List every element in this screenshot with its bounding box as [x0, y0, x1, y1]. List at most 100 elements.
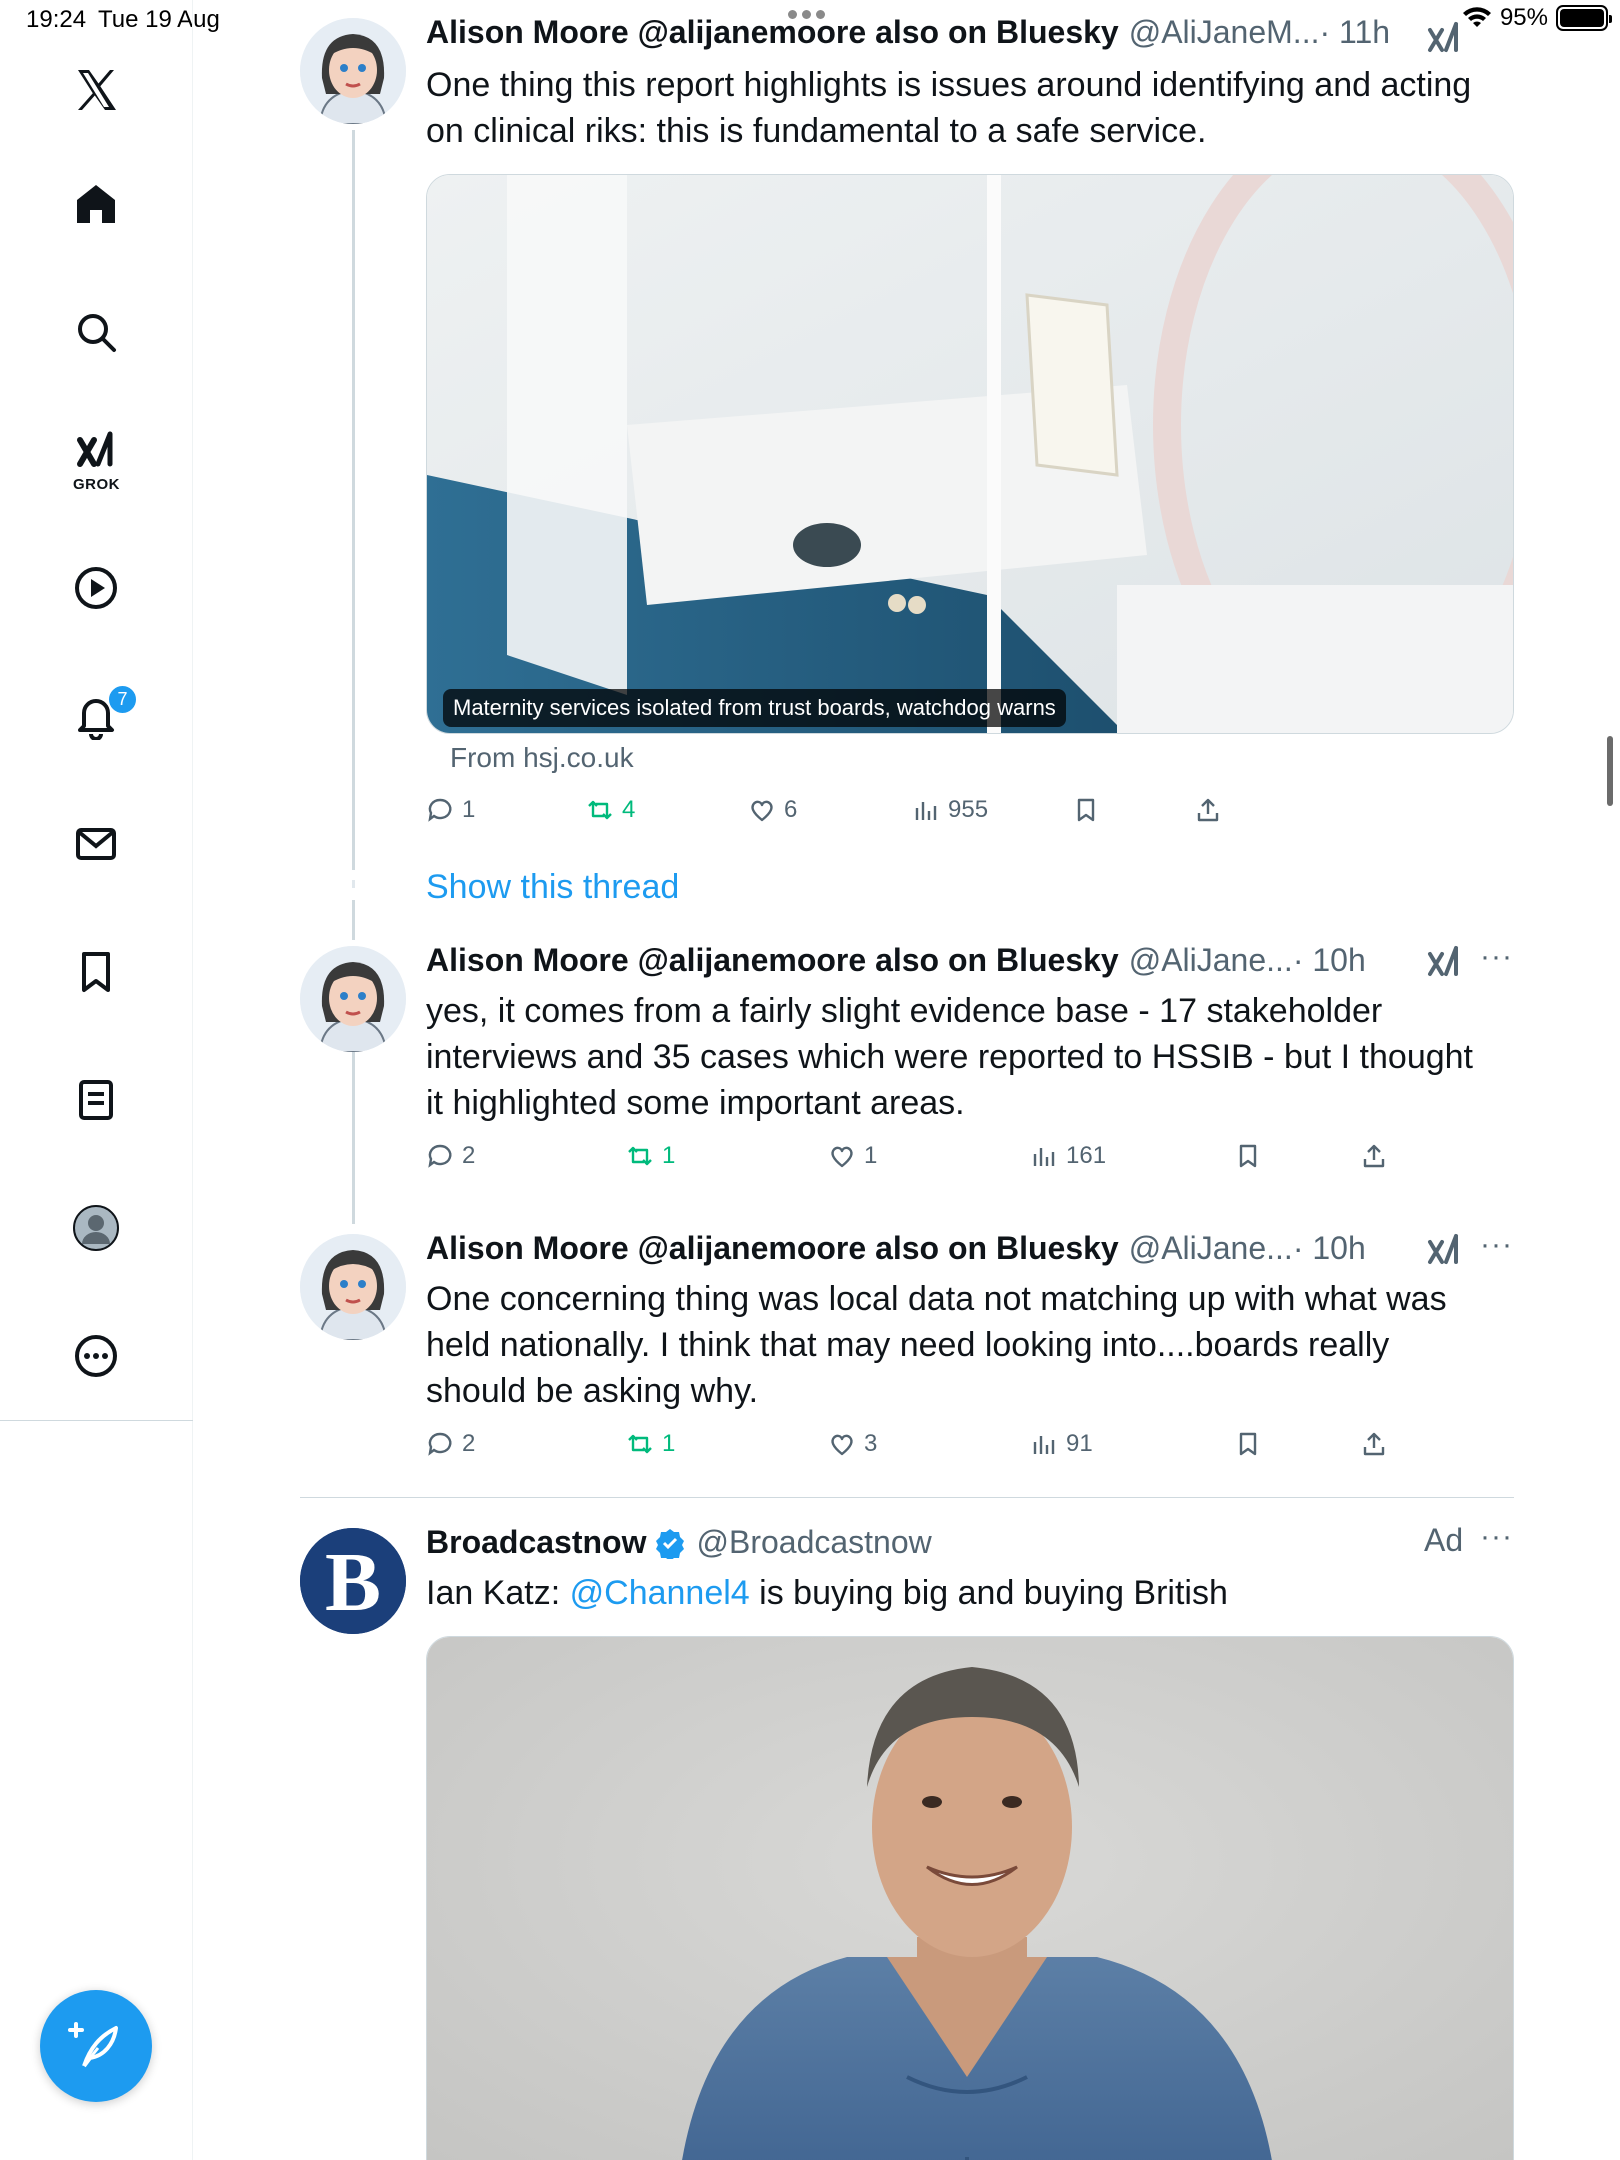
sidebar: GROK 7: [0, 0, 193, 2160]
video-icon[interactable]: [60, 552, 132, 624]
tweet-text: One thing this report highlights is issu…: [426, 66, 1472, 150]
more-options-icon[interactable]: ···: [1480, 1228, 1513, 1262]
share-button[interactable]: [1194, 796, 1222, 824]
notification-count-badge: 7: [107, 684, 138, 715]
repost-button[interactable]: 1: [626, 1142, 675, 1170]
views-chart-icon: [1033, 1436, 1055, 1454]
author-handle[interactable]: @AliJane...: [1129, 1230, 1293, 1267]
messages-mail-icon[interactable]: [60, 808, 132, 880]
show-thread-link[interactable]: Show this thread: [426, 868, 679, 907]
advertiser-avatar[interactable]: B: [300, 1528, 406, 1634]
bookmark-button[interactable]: [1072, 796, 1100, 824]
like-button[interactable]: 1: [828, 1142, 877, 1170]
bookmark-icon: [1239, 1432, 1257, 1456]
reply-button[interactable]: 2: [426, 1142, 475, 1170]
battery-percent: 95%: [1499, 4, 1548, 31]
tweet-text: Ian Katz: @Channel4 is buying big and bu…: [426, 1570, 1486, 1616]
repost-button[interactable]: 1: [626, 1430, 675, 1458]
heart-icon: [751, 800, 773, 822]
author-avatar[interactable]: [300, 18, 406, 124]
advertiser-name[interactable]: Broadcastnow: [426, 1524, 646, 1561]
bookmark-icon: [1077, 798, 1095, 822]
share-button[interactable]: [1360, 1142, 1388, 1170]
views-button[interactable]: 161: [1030, 1142, 1106, 1170]
tweet-text: One concerning thing was local data not …: [426, 1280, 1447, 1410]
reply-count: 2: [462, 1430, 476, 1457]
scrollbar-thumb[interactable]: [1607, 736, 1613, 806]
compose-post-button[interactable]: [40, 1990, 152, 2102]
ad-text-prefix: Ian Katz:: [426, 1574, 570, 1612]
view-count: 955: [948, 796, 989, 823]
incubator-photo: [427, 175, 1513, 733]
share-icon: [1363, 1144, 1385, 1168]
wifi-icon: [1462, 7, 1491, 27]
reply-count: 1: [462, 796, 476, 823]
home-icon[interactable]: [60, 168, 132, 240]
thread-connector: [352, 1050, 355, 1224]
more-options-icon[interactable]: ···: [1480, 1520, 1513, 1554]
author-name[interactable]: Alison Moore @alijanemoore also on Blues…: [426, 942, 1119, 979]
search-icon[interactable]: [60, 296, 132, 368]
reply-button[interactable]: 2: [426, 1430, 475, 1458]
author-handle[interactable]: @AliJane...: [1129, 942, 1293, 979]
views-button[interactable]: 91: [1030, 1430, 1093, 1458]
grok-label: GROK: [73, 476, 120, 493]
view-count: 91: [1066, 1430, 1093, 1457]
author-avatar[interactable]: [300, 1234, 406, 1340]
x-logo-icon[interactable]: [60, 54, 132, 126]
views-button[interactable]: 955: [912, 796, 988, 824]
like-count: 6: [784, 796, 798, 823]
like-button[interactable]: 6: [748, 796, 797, 824]
reply-icon: [428, 1432, 452, 1456]
bookmarks-icon[interactable]: [60, 936, 132, 1008]
like-button[interactable]: 3: [828, 1430, 877, 1458]
like-count: 3: [864, 1430, 878, 1457]
tweet-header: Alison Moore @alijanemoore also on Blues…: [426, 942, 1366, 979]
ad-text-suffix: is buying big and buying British: [749, 1574, 1228, 1612]
views-chart-icon: [1033, 1148, 1055, 1166]
repost-icon: [628, 1146, 652, 1166]
author-name[interactable]: Alison Moore @alijanemoore also on Blues…: [426, 1230, 1119, 1267]
advertiser-avatar-letter: B: [325, 1536, 381, 1629]
reply-icon: [428, 1144, 452, 1168]
repost-count: 1: [662, 1142, 676, 1169]
more-options-icon[interactable]: ···: [1480, 940, 1513, 974]
lists-icon[interactable]: [60, 1064, 132, 1136]
repost-icon: [628, 1434, 652, 1454]
bookmark-button[interactable]: [1234, 1430, 1262, 1458]
thread-connector-gap: [352, 880, 355, 888]
author-handle[interactable]: @AliJaneM...: [1129, 14, 1320, 51]
repost-count: 1: [662, 1430, 676, 1457]
tweet-time[interactable]: · 10h: [1293, 942, 1366, 979]
man-portrait-photo: [427, 1637, 1513, 2160]
grok-explain-icon[interactable]: [1424, 18, 1464, 58]
author-name[interactable]: Alison Moore @alijanemoore also on Blues…: [426, 14, 1119, 51]
bookmark-button[interactable]: [1234, 1142, 1262, 1170]
tweet-time[interactable]: · 10h: [1293, 1230, 1366, 1267]
profile-avatar-icon[interactable]: [60, 1192, 132, 1264]
ad-media-image[interactable]: [426, 1636, 1514, 2160]
repost-button[interactable]: 4: [586, 796, 635, 824]
author-avatar[interactable]: [300, 946, 406, 1052]
share-button[interactable]: [1360, 1430, 1388, 1458]
link-card-title: Maternity services isolated from trust b…: [443, 689, 1066, 727]
tweet-header: Broadcastnow @Broadcastnow: [426, 1524, 932, 1561]
thread-connector: [352, 900, 355, 940]
ad-label: Ad: [1424, 1522, 1464, 1558]
tweet-time[interactable]: · 11h: [1319, 14, 1390, 51]
reply-count: 2: [462, 1142, 476, 1169]
grok-explain-icon[interactable]: [1424, 942, 1464, 982]
mention-link[interactable]: @Channel4: [570, 1574, 750, 1612]
reply-button[interactable]: 1: [426, 796, 475, 824]
heart-icon: [831, 1434, 853, 1456]
more-options-icon[interactable]: [60, 1320, 132, 1392]
advertiser-handle[interactable]: @Broadcastnow: [696, 1524, 931, 1561]
views-chart-icon: [915, 802, 937, 820]
status-indicators: 95%: [1462, 4, 1612, 32]
repost-icon: [588, 800, 612, 820]
grok-explain-icon[interactable]: [1424, 1230, 1464, 1270]
link-card-source[interactable]: From hsj.co.uk: [450, 742, 634, 774]
like-count: 1: [864, 1142, 878, 1169]
link-card-image[interactable]: Maternity services isolated from trust b…: [426, 174, 1514, 734]
tweet-header: Alison Moore @alijanemoore also on Blues…: [426, 14, 1390, 51]
